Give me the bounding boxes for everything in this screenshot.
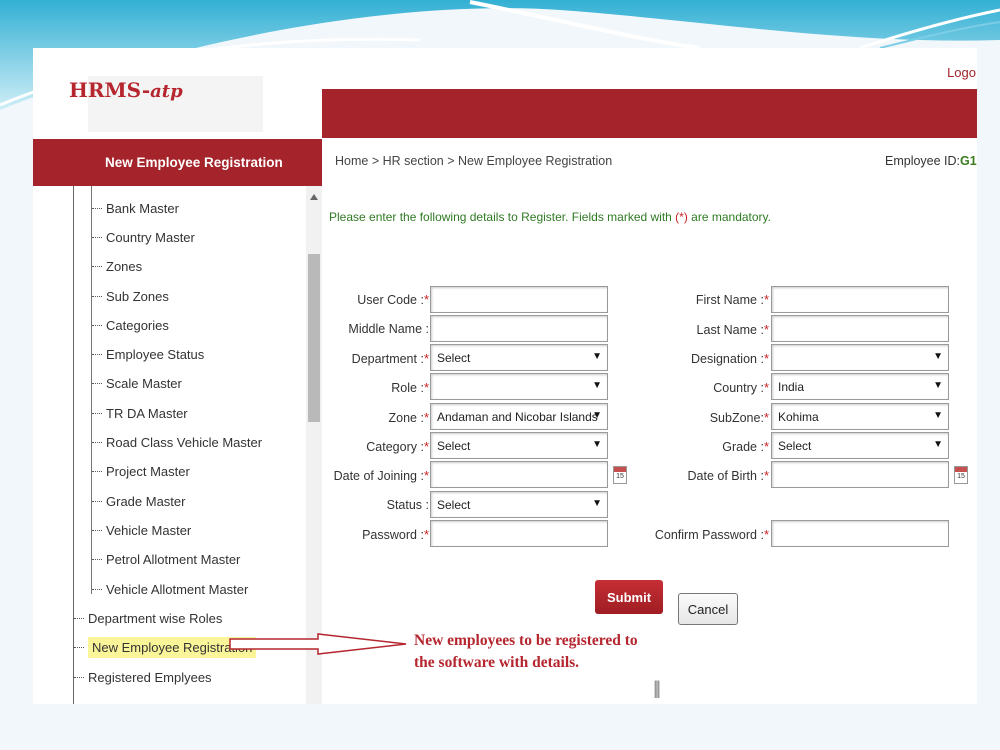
sidebar-item-petrol-allotment-master[interactable]: Petrol Allotment Master bbox=[92, 552, 240, 567]
sidebar-item-categories[interactable]: Categories bbox=[92, 318, 169, 333]
sidebar-item-department-wise-roles[interactable]: Department wise Roles bbox=[74, 611, 222, 626]
breadcrumb: Home > HR section > New Employee Registr… bbox=[335, 154, 613, 168]
cancel-button[interactable]: Cancel bbox=[678, 593, 738, 625]
app-logo[interactable]: HRMS-atp bbox=[69, 78, 183, 102]
date-of-joining-input[interactable] bbox=[430, 461, 608, 488]
calendar-icon[interactable]: 15 bbox=[613, 466, 627, 484]
user-code-label: User Code :* bbox=[357, 292, 429, 307]
category-select[interactable]: Select bbox=[430, 432, 608, 459]
header-band bbox=[322, 89, 977, 138]
subzone-label: SubZone:* bbox=[709, 410, 769, 425]
last-name-label: Last Name :* bbox=[696, 322, 769, 337]
sidebar-item-tr-da-master[interactable]: TR DA Master bbox=[92, 406, 188, 421]
sidebar-item-zones[interactable]: Zones bbox=[92, 259, 142, 274]
employee-id: Employee ID:G1030 bbox=[885, 154, 977, 168]
sidebar-item-vehicle-master[interactable]: Vehicle Master bbox=[92, 523, 191, 538]
country-select[interactable]: India bbox=[771, 373, 949, 400]
sidebar-item-scale-master[interactable]: Scale Master bbox=[92, 376, 182, 391]
first-name-label: First Name :* bbox=[695, 292, 769, 307]
annotation-text: New employees to be registered to the so… bbox=[414, 632, 638, 671]
date-of-joining-label: Date of Joining :* bbox=[333, 468, 429, 483]
middle-name-input[interactable] bbox=[430, 315, 608, 342]
logout-link[interactable]: Logo bbox=[947, 65, 976, 80]
text-cursor-icon: ||| bbox=[653, 678, 661, 698]
status-label: Status : bbox=[386, 498, 429, 512]
category-label: Category :* bbox=[366, 439, 429, 454]
confirm-password-input[interactable] bbox=[771, 520, 949, 547]
sidebar-item-road-class-vehicle-master[interactable]: Road Class Vehicle Master bbox=[92, 435, 262, 450]
subzone-select[interactable]: Kohima bbox=[771, 403, 949, 430]
sidebar-item-vehicle-allotment-master[interactable]: Vehicle Allotment Master bbox=[92, 582, 248, 597]
designation-select[interactable] bbox=[771, 344, 949, 371]
form-instructions: Please enter the following details to Re… bbox=[329, 210, 771, 224]
department-select[interactable]: Select bbox=[430, 344, 608, 371]
date-of-birth-label: Date of Birth :* bbox=[687, 468, 770, 483]
sidebar-header: New Employee Registration bbox=[33, 139, 322, 186]
confirm-password-label: Confirm Password :* bbox=[654, 527, 769, 542]
sidebar-tree: Bank Master Country Master Zones Sub Zon… bbox=[33, 186, 306, 704]
grade-label: Grade :* bbox=[722, 439, 769, 454]
grade-select[interactable]: Select bbox=[771, 432, 949, 459]
middle-name-label: Middle Name : bbox=[348, 322, 429, 336]
role-select[interactable] bbox=[430, 373, 608, 400]
scroll-up-icon[interactable] bbox=[310, 194, 318, 200]
calendar-icon[interactable]: 15 bbox=[954, 466, 968, 484]
designation-label: Designation :* bbox=[690, 351, 769, 366]
sidebar-item-employee-status[interactable]: Employee Status bbox=[92, 347, 204, 362]
logo-main: HRMS- bbox=[69, 78, 151, 102]
date-of-birth-input[interactable] bbox=[771, 461, 949, 488]
status-select[interactable]: Select bbox=[430, 491, 608, 518]
logo-sub: atp bbox=[150, 81, 183, 102]
sidebar-item-grade-master[interactable]: Grade Master bbox=[92, 494, 185, 509]
department-label: Department :* bbox=[351, 351, 429, 366]
sidebar-scrollbar[interactable] bbox=[306, 186, 322, 704]
submit-button[interactable]: Submit bbox=[595, 580, 663, 614]
app-screen: HRMS-atp New Employee Registration Bank … bbox=[33, 48, 977, 704]
sidebar-item-registered-employees[interactable]: Registered Emplyees bbox=[74, 670, 212, 685]
password-label: Password :* bbox=[362, 527, 429, 542]
last-name-input[interactable] bbox=[771, 315, 949, 342]
scroll-thumb[interactable] bbox=[308, 254, 320, 422]
tree-line bbox=[73, 186, 74, 704]
role-label: Role :* bbox=[391, 380, 429, 395]
callout-arrow bbox=[229, 633, 407, 655]
country-label: Country :* bbox=[713, 380, 769, 395]
sidebar-item-bank-master[interactable]: Bank Master bbox=[92, 201, 179, 216]
password-input[interactable] bbox=[430, 520, 608, 547]
user-code-input[interactable] bbox=[430, 286, 608, 313]
zone-label: Zone :* bbox=[388, 410, 430, 425]
first-name-input[interactable] bbox=[771, 286, 949, 313]
zone-select[interactable]: Andaman and Nicobar Islands bbox=[430, 403, 608, 430]
sidebar-item-country-master[interactable]: Country Master bbox=[92, 230, 195, 245]
sidebar-item-sub-zones[interactable]: Sub Zones bbox=[92, 289, 169, 304]
sidebar-item-project-master[interactable]: Project Master bbox=[92, 464, 190, 479]
